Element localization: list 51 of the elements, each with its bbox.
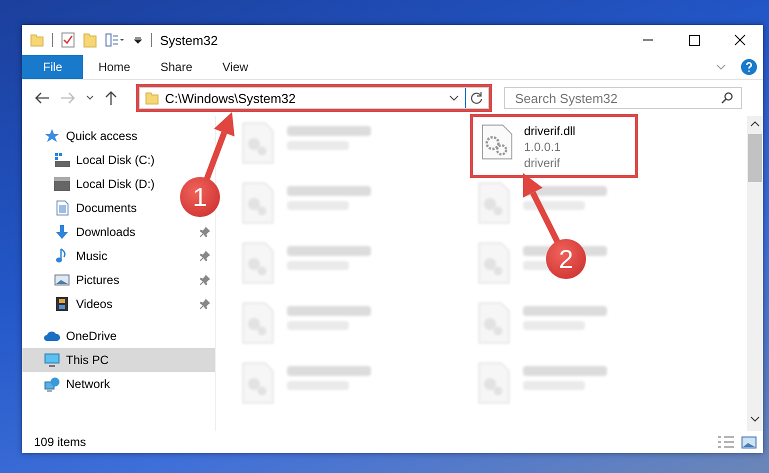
- sidebar-item[interactable]: This PC: [22, 348, 215, 372]
- ribbon-tab[interactable]: View: [207, 55, 264, 79]
- sidebar-item[interactable]: Documents: [22, 196, 143, 220]
- sidebar-item[interactable]: Downloads: [22, 220, 215, 244]
- back-icon[interactable]: [34, 91, 50, 105]
- scroll-up-icon[interactable]: [750, 120, 760, 128]
- details-view-icon[interactable]: [717, 435, 735, 449]
- address-bar[interactable]: C:\Windows\System32: [139, 87, 489, 109]
- scroll-down-icon[interactable]: [750, 415, 760, 423]
- search-field[interactable]: Search System32: [504, 87, 742, 109]
- recent-locations-icon[interactable]: [86, 95, 94, 101]
- address-path: C:\Windows\System32: [165, 90, 297, 106]
- properties-icon[interactable]: [105, 33, 125, 47]
- sidebar-item[interactable]: Local Disk (C:): [22, 148, 161, 172]
- checklist-icon[interactable]: [61, 32, 75, 48]
- sidebar-item[interactable]: Pictures: [22, 268, 215, 292]
- ribbon-tab[interactable]: Home: [83, 55, 146, 79]
- monitor-icon: [44, 352, 60, 368]
- pointer-arrow: [523, 173, 561, 244]
- star-icon: [44, 128, 60, 144]
- file-detail: driverif: [524, 155, 562, 171]
- scrollbar[interactable]: [747, 116, 763, 431]
- picture-icon: [54, 272, 70, 288]
- large-icons-view-icon[interactable]: [741, 436, 757, 448]
- ribbon-tab[interactable]: Share: [145, 55, 208, 79]
- search-icon: [721, 92, 733, 104]
- file-detail: 1.0.0.1: [524, 139, 562, 155]
- drive-icon: [54, 152, 70, 168]
- help-icon[interactable]: [741, 59, 757, 75]
- sidebar-item[interactable]: Quick access: [22, 124, 144, 148]
- scroll-thumb[interactable]: [748, 134, 762, 182]
- file-name: driverif.dll: [524, 123, 576, 139]
- file-item[interactable]: driverif.dll 1.0.0.1 driverif: [470, 114, 638, 178]
- sidebar-item[interactable]: Videos: [22, 292, 215, 316]
- drive-icon: [54, 176, 70, 192]
- dropdown-icon[interactable]: [133, 35, 143, 45]
- window-title: System32: [160, 32, 219, 48]
- sidebar-item[interactable]: OneDrive: [22, 324, 123, 348]
- folder-icon: [145, 91, 159, 105]
- expand-ribbon-icon[interactable]: [715, 62, 727, 72]
- document-icon: [54, 200, 70, 216]
- film-icon: [54, 296, 70, 312]
- up-icon[interactable]: [104, 90, 118, 106]
- network-icon: [44, 376, 60, 392]
- dropdown-icon[interactable]: [449, 94, 459, 102]
- item-count: 109 items: [34, 435, 88, 449]
- ribbon-tab[interactable]: File: [22, 55, 84, 79]
- sidebar-item[interactable]: Music: [22, 244, 215, 268]
- sidebar-item[interactable]: Network: [22, 372, 116, 396]
- download-icon: [54, 224, 70, 240]
- sidebar-item[interactable]: Local Disk (D:): [22, 172, 161, 196]
